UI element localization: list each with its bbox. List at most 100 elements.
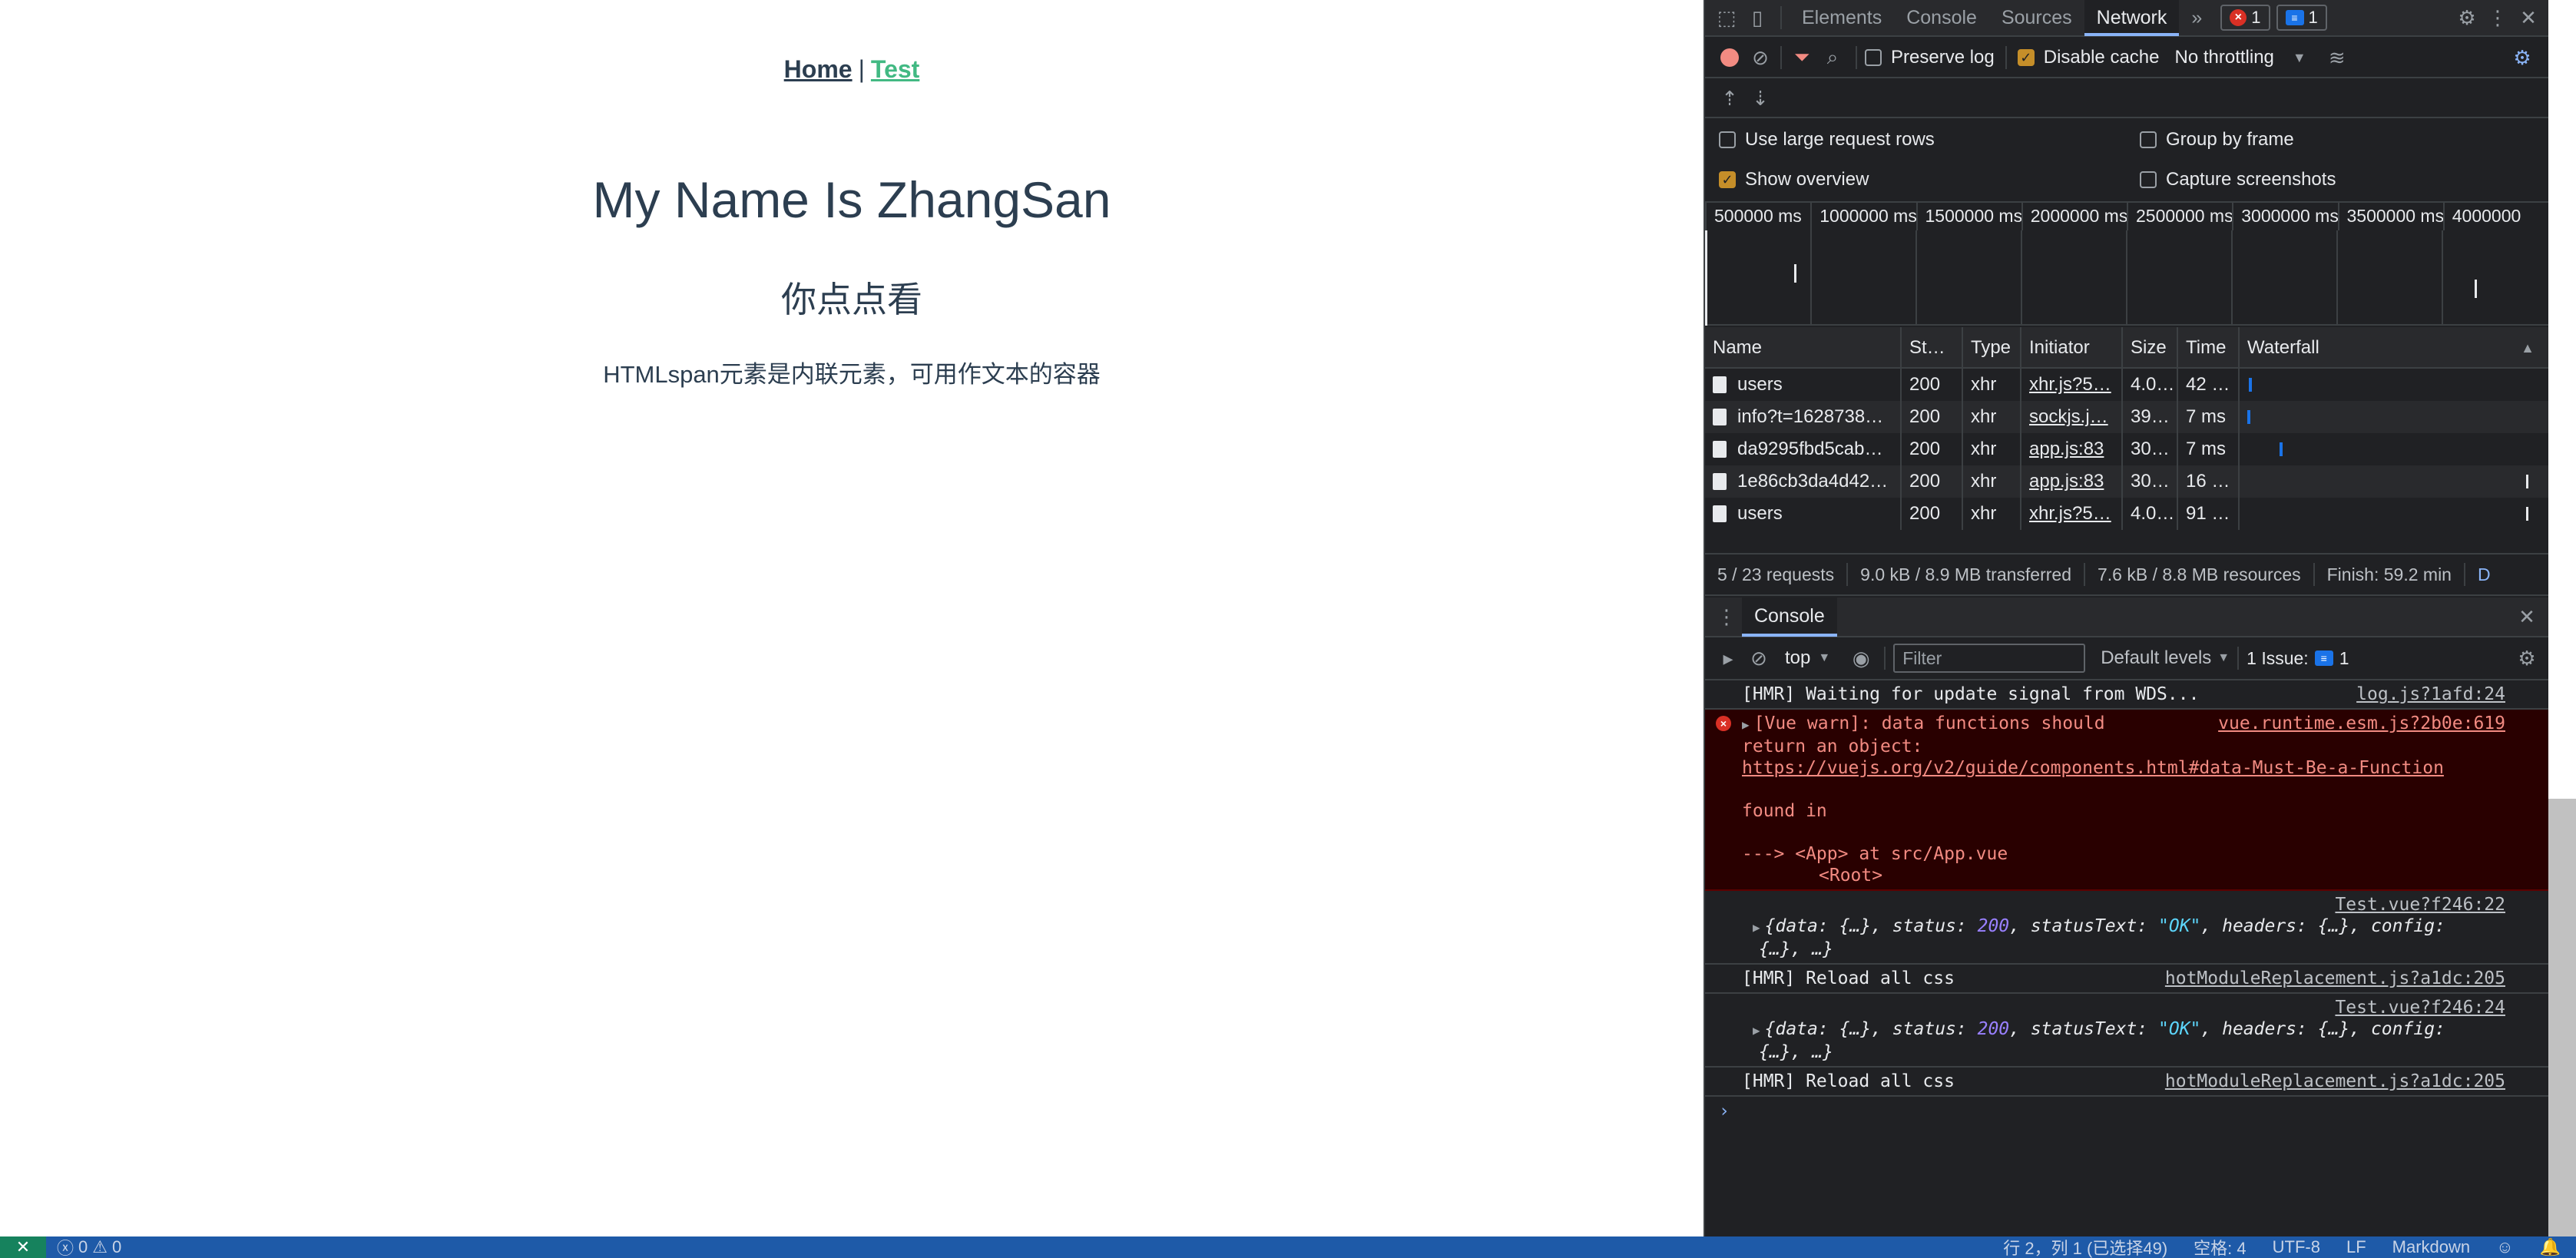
tab-elements[interactable]: Elements bbox=[1790, 0, 1894, 36]
console-source-link[interactable]: vue.runtime.esm.js?2b0e:619 bbox=[2218, 713, 2505, 734]
nav-link-home[interactable]: Home bbox=[784, 55, 853, 83]
console-source-link[interactable]: log.js?1afd:24 bbox=[2356, 684, 2505, 705]
clickable-heading[interactable]: 你点点看 bbox=[0, 272, 1704, 323]
preserve-log-checkbox[interactable]: Preserve log bbox=[1865, 47, 1995, 68]
export-har-icon[interactable]: ⇣ bbox=[1745, 83, 1776, 114]
large-rows-box[interactable] bbox=[1719, 131, 1736, 148]
chevron-down-icon[interactable]: ▼ bbox=[1818, 651, 1830, 665]
message-count-badge[interactable]: ≡ 1 bbox=[2276, 5, 2327, 31]
issues-counter[interactable]: 1 Issue: ≡ 1 bbox=[2247, 648, 2349, 669]
import-har-icon[interactable]: ⇡ bbox=[1714, 83, 1745, 114]
language-mode[interactable]: Markdown bbox=[2392, 1237, 2470, 1257]
vue-docs-link[interactable]: https://vuejs.org/v2/guide/components.ht… bbox=[1742, 757, 2508, 779]
gear-icon[interactable]: ⚙ bbox=[2452, 2, 2482, 33]
context-select[interactable]: top bbox=[1785, 647, 1810, 669]
right-scrollbar[interactable] bbox=[2548, 0, 2576, 1236]
live-expression-eye-icon[interactable]: ◉ bbox=[1846, 643, 1876, 674]
tab-sources[interactable]: Sources bbox=[1989, 0, 2084, 36]
kebab-menu-icon[interactable]: ⋮ bbox=[2482, 2, 2513, 33]
request-initiator-link[interactable]: xhr.js?5… bbox=[2021, 498, 2123, 530]
table-row[interactable]: users 200 xhr xhr.js?5… 4.0… 42 … bbox=[1705, 369, 2548, 401]
overview-tick: 4000000 bbox=[2442, 203, 2548, 230]
console-source-link[interactable]: Test.vue?f246:22 bbox=[2335, 894, 2505, 915]
preserve-log-box[interactable] bbox=[1865, 49, 1882, 66]
console-settings-gear-icon[interactable]: ⚙ bbox=[2511, 643, 2542, 674]
chevron-down-icon[interactable]: ▼ bbox=[2217, 651, 2230, 665]
console-message-text: [HMR] Reload all css bbox=[1742, 968, 1955, 988]
expand-triangle-icon[interactable]: ▶ bbox=[1753, 920, 1760, 935]
console-source-link[interactable]: hotModuleReplacement.js?a1dc:205 bbox=[2165, 968, 2505, 989]
end-of-line[interactable]: LF bbox=[2346, 1237, 2366, 1257]
waterfall-bar bbox=[2526, 475, 2528, 488]
column-header-waterfall[interactable]: Waterfall ▲ bbox=[2240, 327, 2548, 369]
filter-icon[interactable]: ⏷ bbox=[1786, 42, 1817, 73]
drawer-tab-console[interactable]: Console bbox=[1742, 597, 1837, 637]
throttling-select[interactable]: No throttling bbox=[2174, 47, 2273, 68]
disable-cache-checkbox[interactable]: ✓ Disable cache bbox=[2017, 47, 2159, 68]
request-status: 200 bbox=[1902, 401, 1963, 433]
request-size: 39… bbox=[2123, 401, 2178, 433]
capture-screenshots-box[interactable] bbox=[2140, 171, 2157, 188]
log-levels-select[interactable]: Default levels bbox=[2101, 647, 2211, 669]
encoding[interactable]: UTF-8 bbox=[2273, 1237, 2320, 1257]
column-header-type[interactable]: Type bbox=[1963, 327, 2021, 369]
table-row[interactable]: da9295fbd5cab… 200 xhr app.js:83 30… 7 m… bbox=[1705, 433, 2548, 465]
large-rows-checkbox[interactable]: Use large request rows bbox=[1719, 129, 1935, 151]
overview-tick: 1500000 ms bbox=[1915, 203, 2021, 230]
indentation[interactable]: 空格: 4 bbox=[2194, 1235, 2246, 1258]
network-conditions-icon[interactable]: ≋ bbox=[2322, 42, 2353, 73]
network-overview[interactable]: 500000 ms 1000000 ms 1500000 ms 2000000 … bbox=[1705, 203, 2548, 326]
record-button[interactable] bbox=[1714, 42, 1745, 73]
search-icon[interactable]: ⌕ bbox=[1817, 42, 1848, 73]
column-header-initiator[interactable]: Initiator bbox=[2021, 327, 2123, 369]
column-header-time[interactable]: Time bbox=[2178, 327, 2240, 369]
console-source-link[interactable]: hotModuleReplacement.js?a1dc:205 bbox=[2165, 1071, 2505, 1092]
clear-icon[interactable]: ⊘ bbox=[1745, 42, 1776, 73]
overview-gridline bbox=[2231, 230, 2233, 326]
nav-link-test[interactable]: Test bbox=[871, 55, 919, 83]
request-initiator-link[interactable]: app.js:83 bbox=[2021, 433, 2123, 465]
tab-network[interactable]: Network bbox=[2084, 0, 2180, 36]
scrollbar-thumb[interactable] bbox=[2548, 799, 2576, 1236]
column-header-name[interactable]: Name bbox=[1705, 327, 1902, 369]
waterfall-bar bbox=[2280, 442, 2283, 456]
errors-indicator[interactable]: ⓧ 0 ⚠ 0 bbox=[57, 1235, 121, 1258]
expand-triangle-icon[interactable]: ▶ bbox=[1753, 1023, 1760, 1038]
chevron-down-icon[interactable]: ▼ bbox=[2293, 50, 2306, 66]
request-initiator-link[interactable]: xhr.js?5… bbox=[2021, 369, 2123, 401]
show-overview-box[interactable]: ✓ bbox=[1719, 171, 1736, 188]
overview-tick: 2500000 ms bbox=[2127, 203, 2232, 230]
clear-console-icon[interactable]: ⊘ bbox=[1743, 643, 1774, 674]
network-settings-gear-icon[interactable]: ⚙ bbox=[2507, 42, 2538, 73]
error-count-badge[interactable]: × 1 bbox=[2220, 5, 2270, 31]
column-header-size[interactable]: Size bbox=[2123, 327, 2178, 369]
drawer-menu-icon[interactable]: ⋮ bbox=[1711, 601, 1742, 632]
capture-screenshots-checkbox[interactable]: Capture screenshots bbox=[2140, 169, 2336, 190]
disable-cache-box[interactable]: ✓ bbox=[2017, 49, 2035, 66]
table-row[interactable]: info?t=1628738… 200 xhr sockjs.j… 39… 7 … bbox=[1705, 401, 2548, 433]
console-source-link[interactable]: Test.vue?f246:24 bbox=[2335, 997, 2505, 1018]
bell-icon[interactable]: 🔔 bbox=[2540, 1237, 2561, 1257]
inspect-element-icon[interactable]: ⬚ bbox=[1711, 2, 1742, 33]
expand-triangle-icon[interactable]: ▶ bbox=[1742, 717, 1750, 732]
group-by-frame-checkbox[interactable]: Group by frame bbox=[2140, 129, 2294, 151]
show-overview-checkbox[interactable]: ✓ Show overview bbox=[1719, 169, 1869, 190]
console-filter-input[interactable]: Filter bbox=[1893, 644, 2086, 673]
sidebar-toggle-icon[interactable]: ▸ bbox=[1713, 643, 1743, 674]
cursor-position[interactable]: 行 2，列 1 (已选择49) bbox=[2003, 1235, 2167, 1258]
file-icon bbox=[1713, 409, 1727, 425]
more-tabs-button[interactable]: » bbox=[2179, 0, 2214, 36]
close-icon[interactable]: ✕ bbox=[2513, 2, 2544, 33]
request-initiator-link[interactable]: app.js:83 bbox=[2021, 465, 2123, 498]
drawer-close-icon[interactable]: ✕ bbox=[2511, 601, 2542, 632]
column-header-status[interactable]: St… bbox=[1902, 327, 1963, 369]
request-initiator-link[interactable]: sockjs.j… bbox=[2021, 401, 2123, 433]
group-by-frame-box[interactable] bbox=[2140, 131, 2157, 148]
table-row[interactable]: users 200 xhr xhr.js?5… 4.0… 91 … bbox=[1705, 498, 2548, 530]
device-toolbar-icon[interactable]: ▯ bbox=[1742, 2, 1773, 33]
tab-console[interactable]: Console bbox=[1894, 0, 1989, 36]
feedback-icon[interactable]: ☺ bbox=[2496, 1237, 2513, 1257]
remote-icon[interactable]: ✕ bbox=[0, 1236, 46, 1258]
table-row[interactable]: 1e86cb3da4d42… 200 xhr app.js:83 30… 16 … bbox=[1705, 465, 2548, 498]
console-prompt-input[interactable]: › bbox=[1705, 1097, 2548, 1121]
